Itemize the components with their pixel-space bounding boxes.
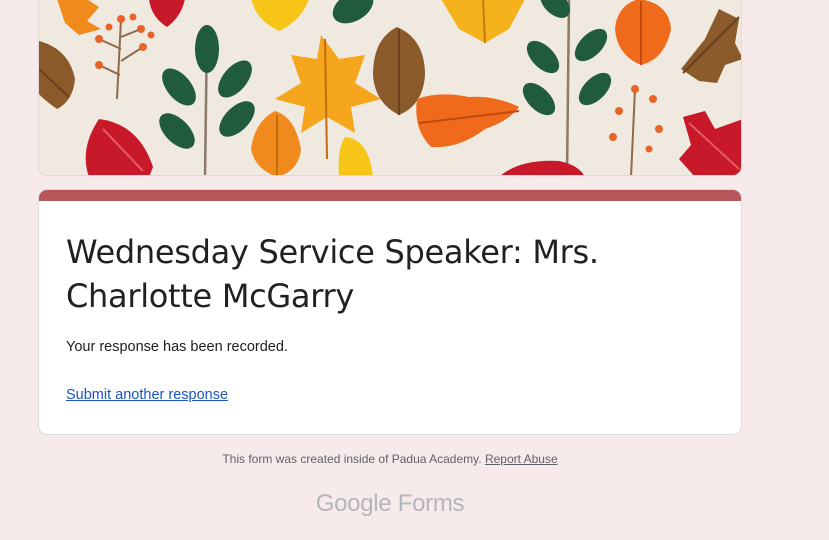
footer-created-text: This form was created inside of Padua Ac… (222, 452, 482, 466)
card-accent-bar (39, 190, 741, 201)
report-abuse-link[interactable]: Report Abuse (485, 452, 558, 466)
response-card: Wednesday Service Speaker: Mrs. Charlott… (38, 189, 742, 435)
google-forms-logo[interactable]: Google Forms (38, 490, 742, 518)
form-title: Wednesday Service Speaker: Mrs. Charlott… (66, 233, 599, 315)
footer: This form was created inside of Padua Ac… (38, 452, 742, 466)
header-image (38, 0, 742, 176)
google-wordmark: Google (315, 490, 392, 517)
autumn-leaves-illustration (39, 0, 741, 175)
submit-another-response-link[interactable]: Submit another response (66, 387, 228, 403)
forms-wordmark: Forms (397, 490, 465, 517)
confirmation-message: Your response has been recorded. (66, 339, 288, 355)
